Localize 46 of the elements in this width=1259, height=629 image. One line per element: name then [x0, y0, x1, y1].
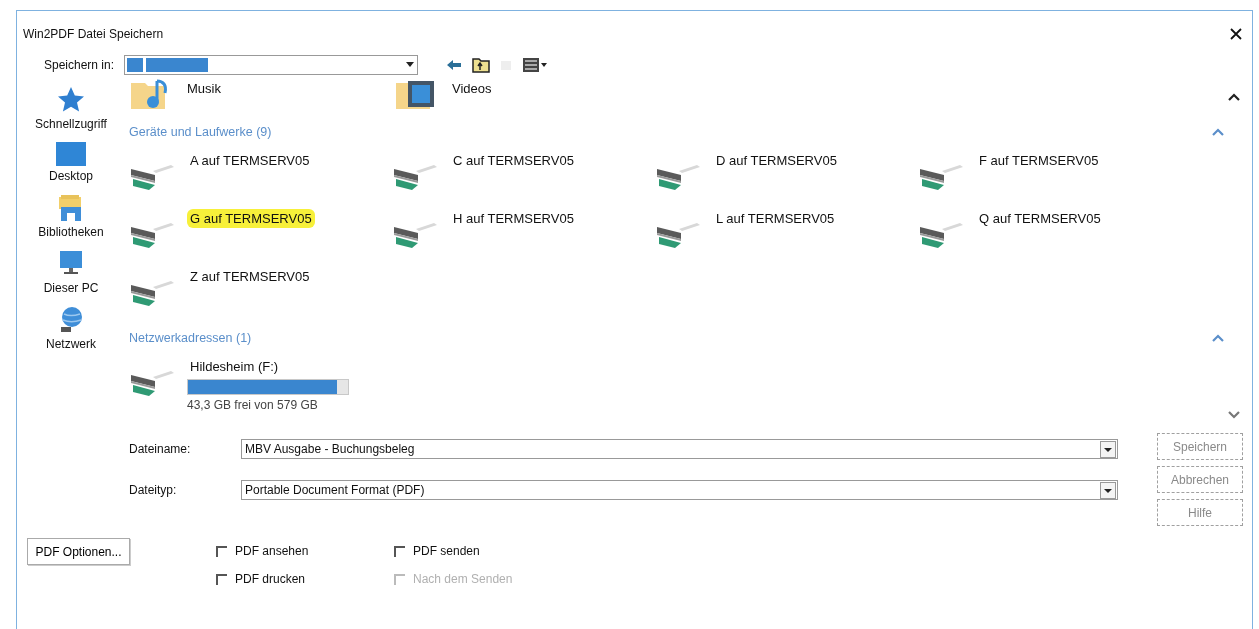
- collapse-chevron-icon[interactable]: [1212, 334, 1224, 342]
- drive-name[interactable]: D auf TERMSERV05: [713, 151, 840, 170]
- desktop-icon: [55, 141, 87, 167]
- scroll-down-icon[interactable]: [1228, 411, 1240, 419]
- free-space-text: 43,3 GB frei von 579 GB: [187, 398, 319, 412]
- field-label: Dateiname:: [129, 442, 192, 457]
- sidebar-item[interactable]: Schnellzugriff: [35, 117, 107, 131]
- scroll-up-icon[interactable]: [1228, 93, 1240, 101]
- save-in-label: Speichern in:: [44, 58, 115, 72]
- close-icon[interactable]: [1230, 28, 1242, 40]
- drive-name[interactable]: Q auf TERMSERV05: [976, 209, 1104, 228]
- checkbox-label: PDF ansehen: [235, 544, 309, 558]
- up-folder-icon[interactable]: [472, 57, 491, 73]
- checkbox-label: Nach dem Senden: [413, 572, 513, 586]
- checkbox[interactable]: [394, 545, 405, 557]
- view-menu-icon[interactable]: [522, 57, 549, 73]
- drive-name[interactable]: Z auf TERMSERV05: [187, 267, 313, 286]
- drive-name[interactable]: L auf TERMSERV05: [713, 209, 838, 228]
- checkbox[interactable]: [216, 573, 227, 585]
- location-dropdown[interactable]: [124, 55, 419, 75]
- group-header[interactable]: Netzwerkadressen (1): [129, 331, 252, 345]
- pdf-options-button[interactable]: PDF Optionen...: [27, 538, 130, 565]
- field-label: Dateityp:: [129, 483, 178, 498]
- sidebar-item[interactable]: Dieser PC: [43, 281, 99, 295]
- drive-name[interactable]: H auf TERMSERV05: [450, 209, 577, 228]
- sidebar-item[interactable]: Bibliotheken: [38, 225, 104, 239]
- checkbox-label: PDF senden: [413, 544, 480, 558]
- folder-name[interactable]: Musik: [187, 77, 221, 96]
- file-type-dropdown[interactable]: Portable Document Format (PDF): [241, 480, 1118, 501]
- drive-name[interactable]: C auf TERMSERV05: [450, 151, 577, 170]
- drive-name[interactable]: Hildesheim (F:): [187, 357, 349, 376]
- file-name-field[interactable]: MBV Ausgabe - Buchungsbeleg: [241, 439, 1118, 460]
- sidebar-item[interactable]: Netzwerk: [46, 337, 96, 351]
- selection-highlight: [146, 58, 209, 72]
- back-arrow-icon[interactable]: [446, 59, 463, 71]
- checkbox[interactable]: [216, 545, 227, 557]
- folder-name[interactable]: Videos: [452, 77, 492, 96]
- collapse-chevron-icon[interactable]: [1212, 128, 1224, 136]
- group-header[interactable]: Geräte und Laufwerke (9): [129, 125, 272, 139]
- drive-name[interactable]: A auf TERMSERV05: [187, 151, 313, 170]
- sidebar-item[interactable]: Desktop: [49, 169, 93, 183]
- checkbox-label: PDF drucken: [235, 572, 306, 586]
- dropdown-arrow-icon[interactable]: [405, 62, 416, 68]
- window-title: Win2PDF Datei Speichern: [23, 27, 164, 41]
- drive-name[interactable]: G auf TERMSERV05: [187, 209, 315, 228]
- drive-name[interactable]: F auf TERMSERV05: [976, 151, 1102, 170]
